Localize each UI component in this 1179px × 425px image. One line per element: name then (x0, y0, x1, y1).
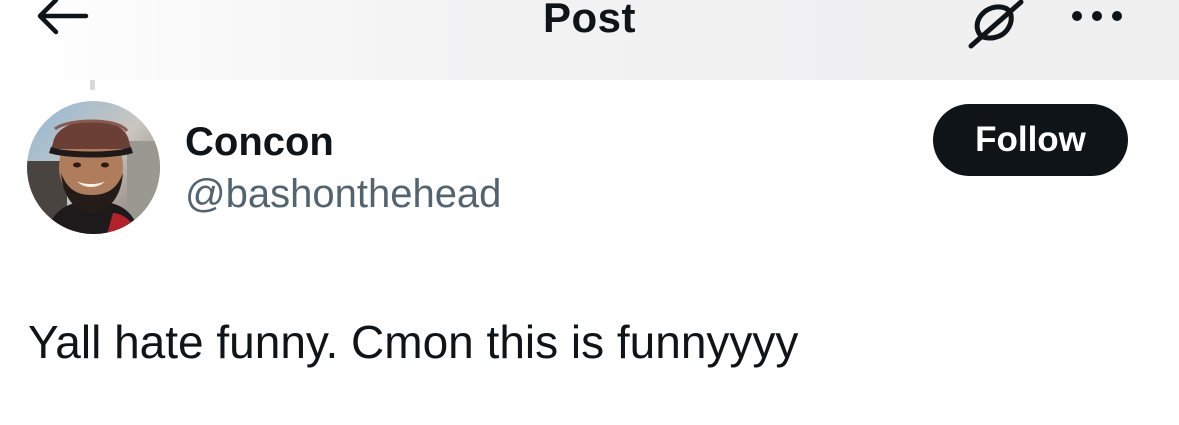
thread-connector (90, 80, 95, 90)
grok-button[interactable] (960, 0, 1032, 50)
grok-icon (968, 0, 1024, 49)
author-handle[interactable]: @bashonthehead (185, 170, 501, 218)
avatar-photo (27, 101, 160, 234)
top-navigation-bar: Post (0, 0, 1179, 80)
follow-button[interactable]: Follow (933, 104, 1128, 176)
author-display-name[interactable]: Concon (185, 118, 334, 166)
more-horizontal-icon (1072, 11, 1122, 21)
post-text: Yall hate funny. Cmon this is funnyyyy (28, 316, 799, 368)
avatar[interactable] (27, 101, 160, 234)
post-page: Post Concon @bashonthehead Follow Yall h… (0, 0, 1179, 425)
more-options-button[interactable] (1062, 0, 1132, 32)
